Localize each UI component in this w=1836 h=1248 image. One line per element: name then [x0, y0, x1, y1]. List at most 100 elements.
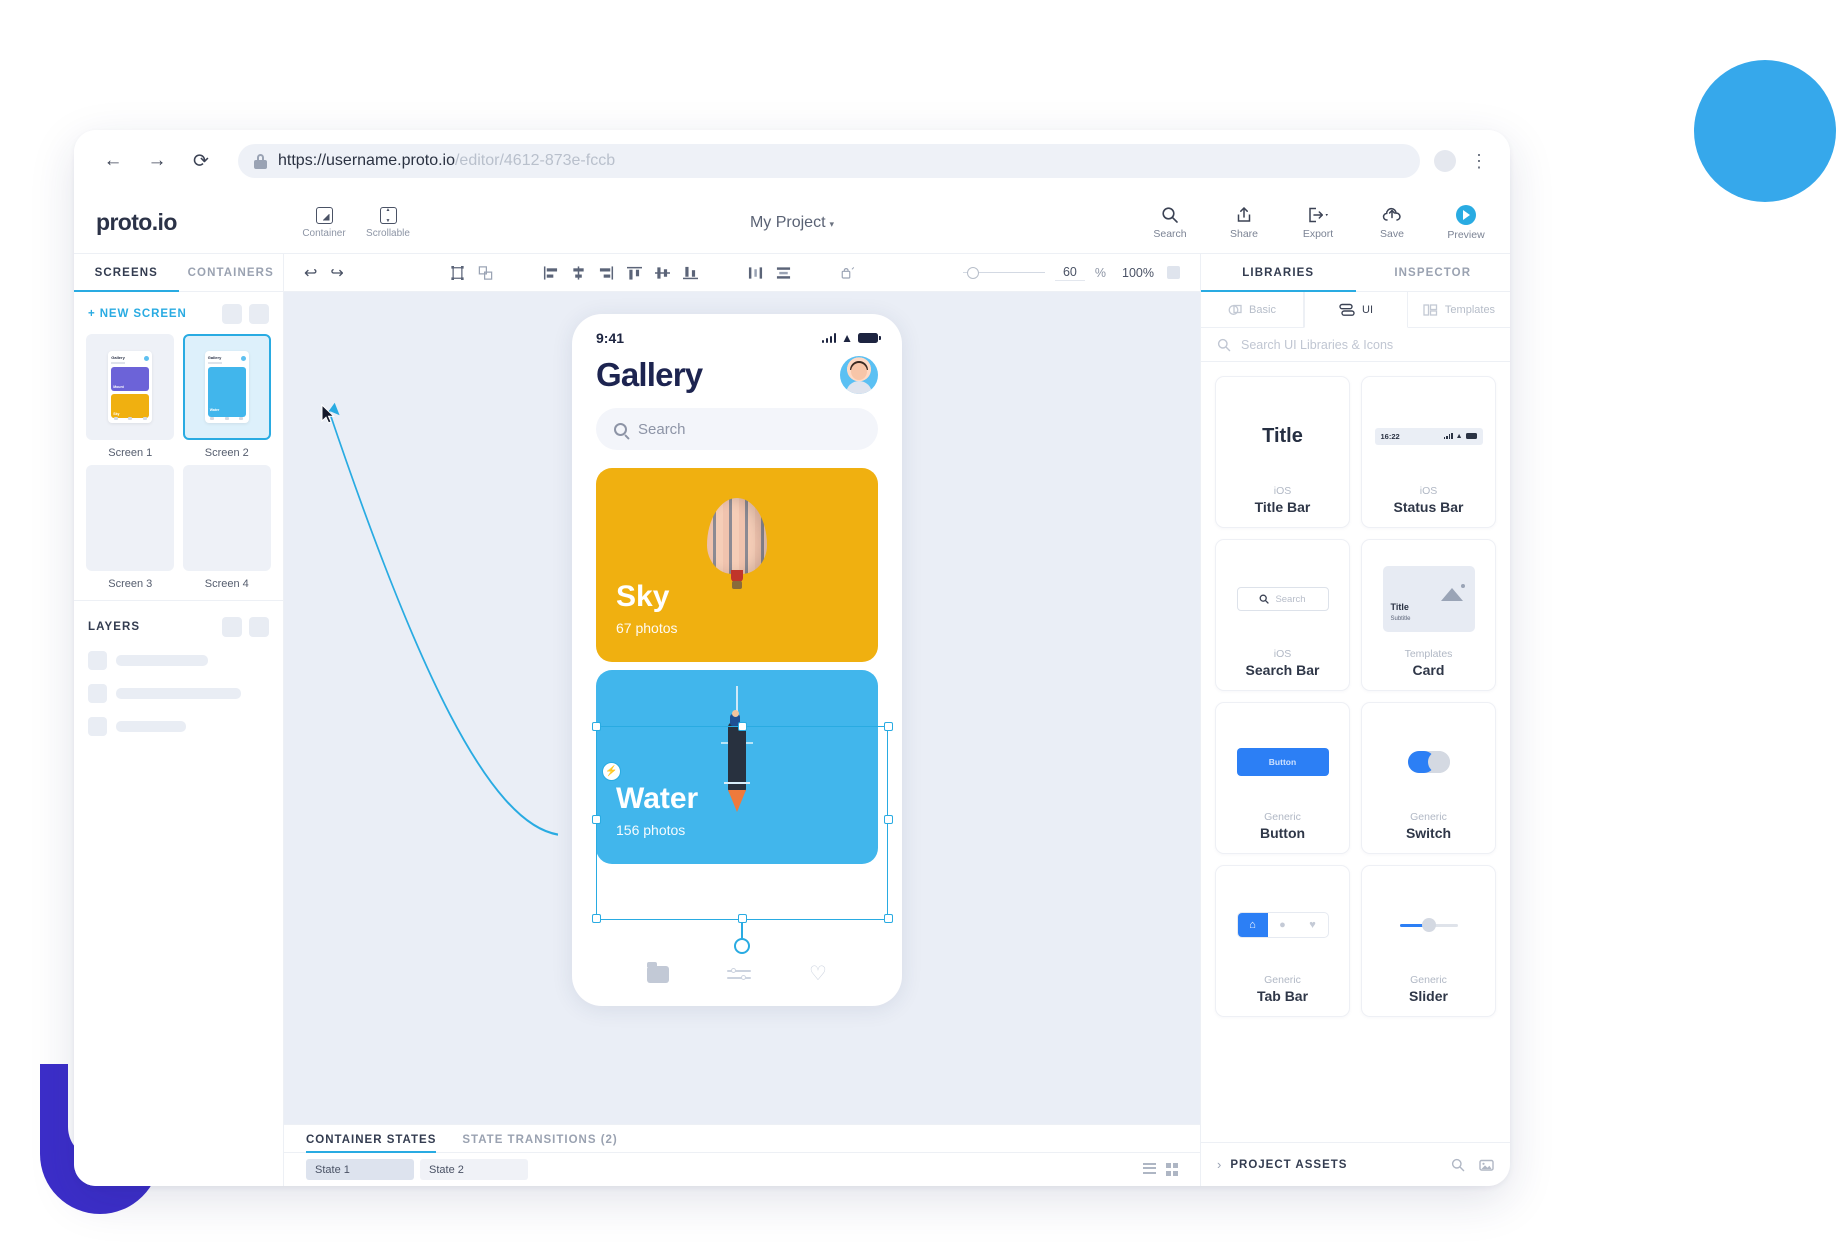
- library-search-field[interactable]: Search UI Libraries & Icons: [1201, 328, 1510, 362]
- sliders-icon[interactable]: [727, 967, 752, 981]
- selection-handle-bc[interactable]: [738, 914, 747, 923]
- layers-grid-view-button[interactable]: [249, 617, 269, 637]
- lock-icon: [254, 153, 267, 169]
- mouse-cursor: [321, 404, 335, 424]
- preview-card-sky: Sky: [111, 393, 150, 418]
- selection-handle-bl[interactable]: [592, 914, 601, 923]
- screen-1-thumbnail[interactable]: Gallery Mount Sky: [86, 334, 175, 440]
- selection-handle-tr[interactable]: [884, 722, 893, 731]
- back-button[interactable]: ←: [96, 144, 130, 178]
- undo-icon[interactable]: ↩: [304, 263, 317, 283]
- library-item-switch[interactable]: Generic Switch: [1361, 702, 1496, 854]
- library-item-card[interactable]: Title Subtitle Templates Card: [1361, 539, 1496, 691]
- tab-libraries[interactable]: LIBRARIES: [1201, 254, 1356, 292]
- align-bottom-icon[interactable]: [683, 266, 699, 280]
- align-left-icon[interactable]: [543, 265, 558, 280]
- layer-item[interactable]: [88, 651, 269, 670]
- sub-tab-ui[interactable]: UI: [1304, 292, 1408, 328]
- selection-handle-ml[interactable]: [592, 815, 601, 824]
- opacity-value[interactable]: 60: [1054, 265, 1085, 281]
- align-top-icon[interactable]: [627, 266, 643, 280]
- screen-item[interactable]: Screen 3: [86, 465, 175, 590]
- selection-handle-tc[interactable]: [738, 722, 747, 731]
- library-item-tab-bar[interactable]: ⌂ ● ♥ Generic Tab Bar: [1215, 865, 1350, 1017]
- library-item-name: Switch: [1405, 825, 1452, 841]
- profile-avatar[interactable]: [1434, 150, 1456, 172]
- transform-icon[interactable]: [450, 265, 465, 280]
- layers-view-buttons: [222, 617, 269, 637]
- canvas[interactable]: ⚡ 9:41 ▲ Gallery Search Sky 67 photos Wa…: [284, 292, 1200, 1124]
- reload-button[interactable]: ⟳: [184, 144, 218, 178]
- gallery-card-sky[interactable]: Sky 67 photos: [596, 468, 878, 662]
- play-icon: [1456, 204, 1476, 225]
- share-button[interactable]: Share: [1222, 206, 1266, 240]
- address-bar[interactable]: https://username.proto.io/editor/4612-87…: [238, 144, 1420, 178]
- sub-tab-basic[interactable]: Basic: [1201, 292, 1304, 328]
- app-logo: proto.io: [96, 209, 177, 235]
- tab-containers[interactable]: CONTAINERS: [179, 254, 284, 291]
- container-tool-button[interactable]: Container: [296, 206, 352, 239]
- connector-action-icon[interactable]: ⚡: [602, 762, 621, 781]
- library-item-slider[interactable]: Generic Slider: [1361, 865, 1496, 1017]
- forward-button[interactable]: →: [140, 144, 174, 178]
- avatar[interactable]: [840, 356, 878, 394]
- connector-anchor[interactable]: [734, 938, 750, 954]
- layers-list-view-button[interactable]: [222, 617, 242, 637]
- state-chip-2[interactable]: State 2: [420, 1159, 528, 1180]
- tab-inspector[interactable]: INSPECTOR: [1356, 254, 1511, 291]
- project-assets-bar[interactable]: › PROJECT ASSETS: [1201, 1142, 1510, 1186]
- library-item-status-bar[interactable]: 16:22 ▲ iOS Status Bar: [1361, 376, 1496, 528]
- screen-item[interactable]: Screen 4: [182, 465, 272, 590]
- new-screen-button[interactable]: + NEW SCREEN: [88, 308, 187, 320]
- library-item-button[interactable]: Button Generic Button: [1215, 702, 1350, 854]
- heart-icon[interactable]: ♡: [809, 964, 827, 984]
- screen-2-thumbnail[interactable]: Gallery Water: [182, 334, 271, 440]
- grid-view-icon[interactable]: [1165, 1163, 1178, 1176]
- zoom-value[interactable]: 100%: [1122, 266, 1154, 280]
- distribute-h-icon[interactable]: [748, 266, 763, 280]
- chevron-right-icon[interactable]: ›: [1217, 1157, 1221, 1172]
- selection-handle-tl[interactable]: [592, 722, 601, 731]
- align-center-h-icon[interactable]: [571, 265, 586, 280]
- screens-list-view-button[interactable]: [222, 304, 242, 324]
- screen-3-thumbnail[interactable]: [86, 465, 175, 571]
- library-item-search-bar[interactable]: Search iOS Search Bar: [1215, 539, 1350, 691]
- layer-item[interactable]: [88, 684, 269, 703]
- sub-tab-templates[interactable]: Templates: [1408, 292, 1510, 328]
- tab-state-transitions[interactable]: STATE TRANSITIONS (2): [462, 1134, 617, 1152]
- opacity-slider[interactable]: [962, 266, 1045, 280]
- phone-search-field[interactable]: Search: [596, 408, 878, 450]
- tab-container-states[interactable]: CONTAINER STATES: [306, 1134, 437, 1153]
- search-icon: [1259, 594, 1270, 604]
- align-right-icon[interactable]: [599, 265, 614, 280]
- selection-handle-br[interactable]: [884, 914, 893, 923]
- tab-screens[interactable]: SCREENS: [74, 254, 179, 292]
- redo-icon[interactable]: ↪: [330, 263, 343, 283]
- list-view-icon[interactable]: [1142, 1162, 1156, 1177]
- screen-item[interactable]: Gallery Mount Sky Screen 1: [86, 334, 175, 459]
- image-icon[interactable]: [1479, 1158, 1494, 1172]
- distribute-v-icon[interactable]: [776, 266, 791, 280]
- preview-button[interactable]: Preview: [1444, 204, 1488, 241]
- distribute-icon[interactable]: [478, 265, 493, 280]
- search-button[interactable]: Search: [1148, 206, 1192, 240]
- search-icon[interactable]: [1451, 1158, 1465, 1172]
- kebab-menu-icon[interactable]: ⋮: [1470, 151, 1488, 172]
- selection-handle-mr[interactable]: [884, 815, 893, 824]
- library-item-title-bar[interactable]: Title iOS Title Bar: [1215, 376, 1350, 528]
- folder-icon[interactable]: [647, 961, 669, 983]
- distribute-group: [748, 266, 791, 280]
- scrollable-tool-button[interactable]: Scrollable: [360, 206, 416, 239]
- layer-item[interactable]: [88, 717, 269, 736]
- export-button[interactable]: Export: [1296, 206, 1340, 240]
- state-chip-1[interactable]: State 1: [306, 1159, 414, 1180]
- hot-air-balloon-image: [707, 498, 767, 618]
- opacity-slider-knob[interactable]: [966, 266, 979, 279]
- screen-4-thumbnail[interactable]: [182, 465, 271, 571]
- align-middle-icon[interactable]: [655, 266, 671, 280]
- lock-icon[interactable]: [841, 266, 856, 280]
- fit-to-screen-icon[interactable]: [1167, 266, 1181, 279]
- screens-grid-view-button[interactable]: [249, 304, 269, 324]
- screen-item[interactable]: Gallery Water Screen 2: [182, 334, 272, 459]
- save-button[interactable]: Save: [1370, 206, 1414, 240]
